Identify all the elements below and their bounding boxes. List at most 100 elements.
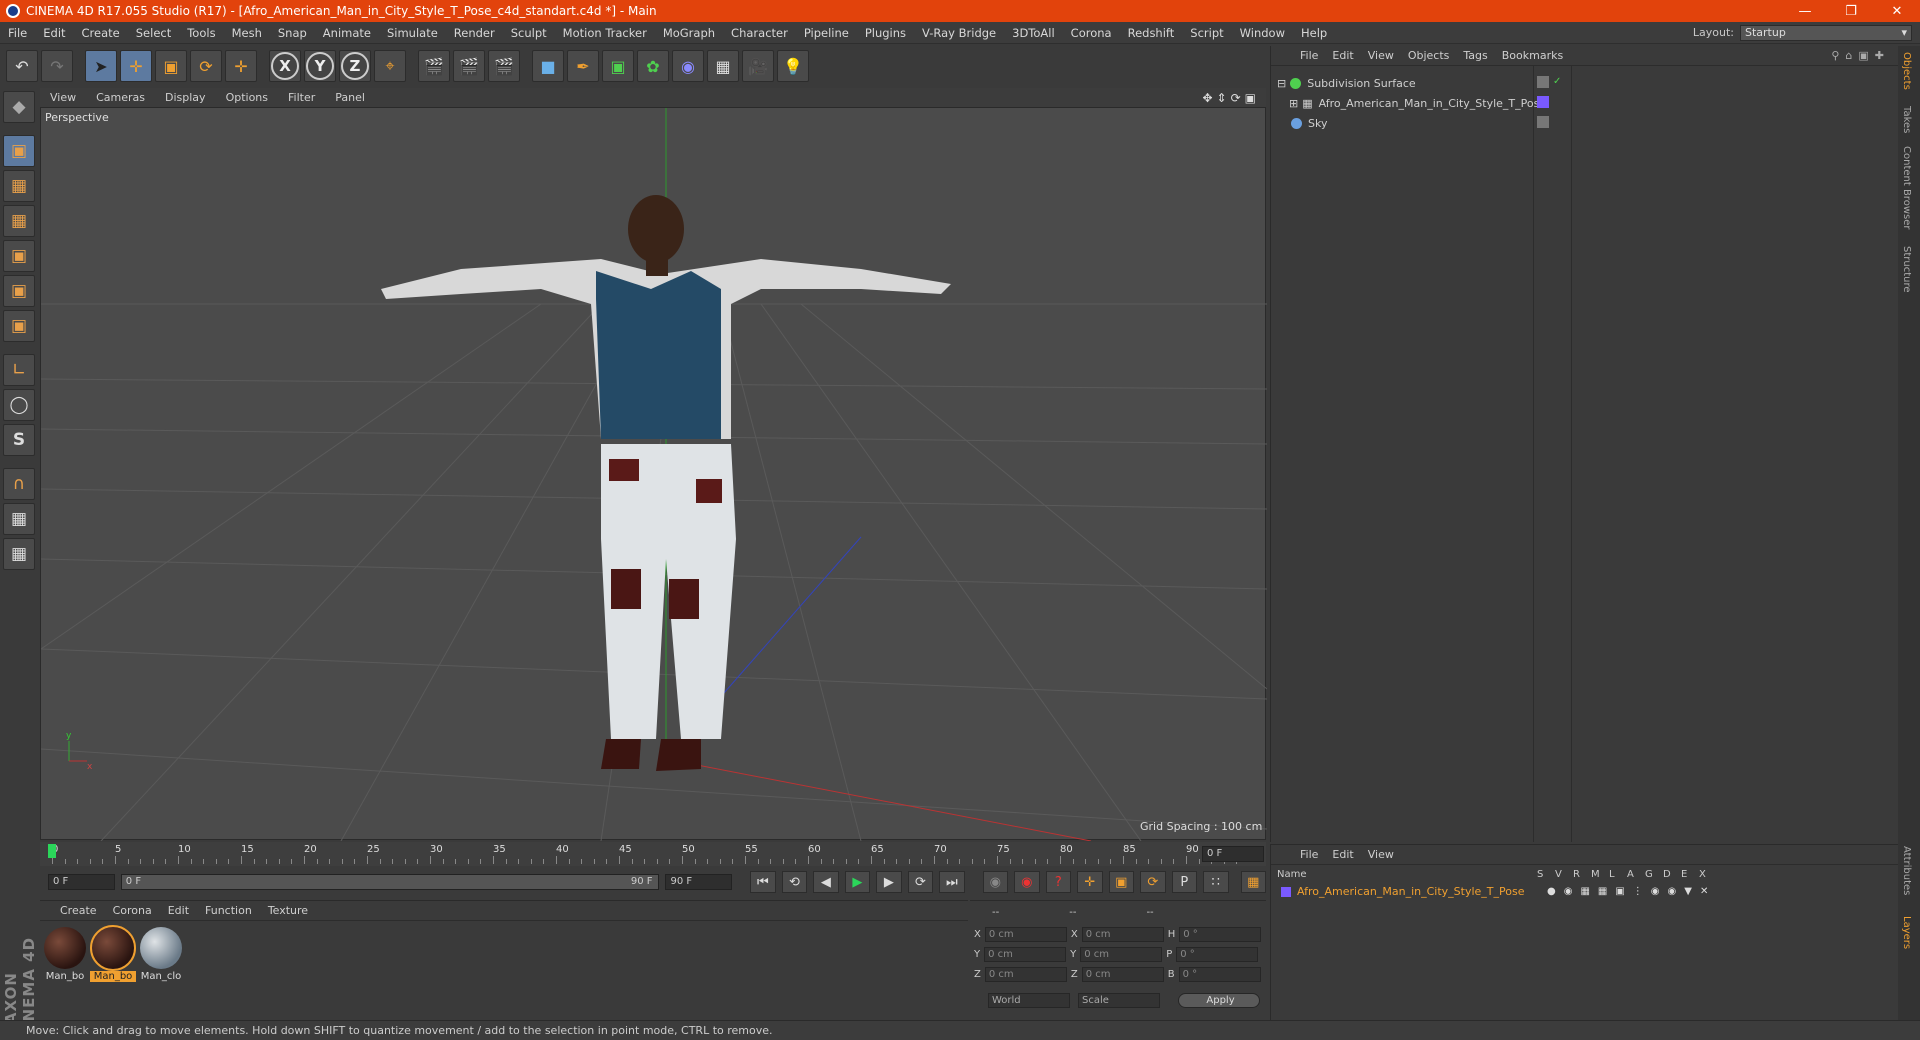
size-z-field[interactable]: 0 cm <box>1081 966 1164 982</box>
render-picture-viewer-button[interactable]: 🎬 <box>453 50 485 82</box>
coordinate-system-button[interactable]: ⌖ <box>374 50 406 82</box>
autokey-button[interactable]: ? <box>1045 871 1072 893</box>
spline-pen-button[interactable]: ✒ <box>567 50 599 82</box>
timeline-window-button[interactable]: ▦ <box>1240 871 1267 893</box>
layer-menu-file[interactable]: File <box>1293 848 1325 861</box>
tab-objects[interactable]: Objects <box>1901 52 1912 90</box>
key-pla-button[interactable]: ∷ <box>1203 871 1229 893</box>
go-to-end-button[interactable]: ⏭ <box>939 871 965 893</box>
floor-button[interactable]: ▦ <box>707 50 739 82</box>
restore-button[interactable]: ❐ <box>1828 4 1874 19</box>
key-rotation-button[interactable]: ⟳ <box>1140 871 1166 893</box>
viewport-nav-icons[interactable]: ✥⇕⟳▣ <box>1202 91 1266 105</box>
play-button[interactable]: ▶ <box>844 871 871 893</box>
polygons-mode-button[interactable]: ▣ <box>3 310 35 342</box>
object-row-character[interactable]: ⊞ ▦ Afro_American_Man_in_City_Style_T_Po… <box>1289 94 1546 112</box>
menu-pipeline[interactable]: Pipeline <box>796 26 857 40</box>
visibility-toggle-icon[interactable] <box>1537 76 1549 88</box>
playhead-marker[interactable] <box>48 844 56 858</box>
object-menu-edit[interactable]: Edit <box>1325 49 1360 62</box>
visibility-toggle-icon[interactable] <box>1537 116 1549 128</box>
menu-animate[interactable]: Animate <box>315 26 379 40</box>
layer-menu-view[interactable]: View <box>1361 848 1401 861</box>
undo-button[interactable]: ↶ <box>6 50 38 82</box>
grid-lock-button[interactable]: ▦ <box>3 503 35 535</box>
scale-tool-button[interactable]: ▣ <box>155 50 187 82</box>
size-y-field[interactable]: 0 cm <box>1080 946 1163 962</box>
snap-button[interactable]: S <box>3 424 35 456</box>
material-menu-corona[interactable]: Corona <box>105 904 160 917</box>
menu-plugins[interactable]: Plugins <box>857 26 914 40</box>
menu-corona[interactable]: Corona <box>1063 26 1120 40</box>
start-frame-field[interactable]: 0 F <box>48 874 115 890</box>
menu-redshift[interactable]: Redshift <box>1120 26 1183 40</box>
tweak-mode-button[interactable]: ◯ <box>3 389 35 421</box>
tab-content-browser[interactable]: Content Browser <box>1901 146 1912 229</box>
material-menu-edit[interactable]: Edit <box>160 904 197 917</box>
layer-flag-icons[interactable]: ●◉▦▦▣⋮◉◉▼✕ <box>1547 886 1716 897</box>
material-swatch-1[interactable] <box>44 927 86 969</box>
viewport-menu-panel[interactable]: Panel <box>325 91 375 104</box>
make-editable-button[interactable]: ◆ <box>3 91 35 123</box>
position-z-field[interactable]: 0 cm <box>984 966 1067 982</box>
material-menu-texture[interactable]: Texture <box>260 904 316 917</box>
menu-create[interactable]: Create <box>74 26 128 40</box>
menu-help[interactable]: Help <box>1293 26 1335 40</box>
menu-simulate[interactable]: Simulate <box>379 26 446 40</box>
menu-3dtoall[interactable]: 3DToAll <box>1004 26 1063 40</box>
object-manager-search-icons[interactable]: ⚲⌂▣✚ <box>1824 49 1898 62</box>
light-button[interactable]: 💡 <box>777 50 809 82</box>
viewport[interactable]: y x <box>40 88 1267 841</box>
viewport-menu-filter[interactable]: Filter <box>278 91 325 104</box>
menu-motion-tracker[interactable]: Motion Tracker <box>555 26 655 40</box>
object-menu-view[interactable]: View <box>1361 49 1401 62</box>
menu-vray-bridge[interactable]: V-Ray Bridge <box>914 26 1004 40</box>
record-active-button[interactable]: ◉ <box>1014 871 1040 893</box>
menu-sculpt[interactable]: Sculpt <box>503 26 555 40</box>
array-button[interactable]: ✿ <box>637 50 669 82</box>
menu-mesh[interactable]: Mesh <box>224 26 270 40</box>
rotate-tool-button[interactable]: ⟳ <box>190 50 222 82</box>
previous-key-button[interactable]: ⟲ <box>781 871 808 893</box>
position-x-field[interactable]: 0 cm <box>984 926 1067 942</box>
edges-mode-button[interactable]: ▣ <box>3 275 35 307</box>
object-row-sky[interactable]: Sky <box>1277 114 1327 132</box>
object-menu-file[interactable]: File <box>1293 49 1325 62</box>
tab-attributes[interactable]: Attributes <box>1901 846 1912 895</box>
rotation-h-field[interactable]: 0 ° <box>1179 926 1262 942</box>
minimize-button[interactable]: — <box>1782 4 1828 19</box>
viewport-menu-options[interactable]: Options <box>216 91 278 104</box>
menu-render[interactable]: Render <box>446 26 503 40</box>
axis-mode-button[interactable]: ∟ <box>3 354 35 386</box>
tab-structure[interactable]: Structure <box>1901 246 1912 293</box>
menu-select[interactable]: Select <box>128 26 179 40</box>
layer-menu-edit[interactable]: Edit <box>1325 848 1360 861</box>
go-to-start-button[interactable]: ⏮ <box>750 871 776 893</box>
object-menu-tags[interactable]: Tags <box>1456 49 1494 62</box>
checkmark-icon[interactable]: ✓ <box>1553 76 1561 87</box>
material-menu-function[interactable]: Function <box>197 904 260 917</box>
object-menu-objects[interactable]: Objects <box>1401 49 1457 62</box>
motion-record-button[interactable]: ◉ <box>982 871 1009 893</box>
cube-primitive-button[interactable]: ■ <box>532 50 564 82</box>
apply-button[interactable]: Apply <box>1178 992 1260 1008</box>
size-mode-select[interactable]: Scale <box>1078 992 1160 1008</box>
timeline-ruler[interactable]: 051015202530354045505560657075808590 0 F <box>40 842 1266 866</box>
transform-tool-button[interactable]: ✛ <box>225 50 257 82</box>
close-button[interactable]: ✕ <box>1874 4 1920 19</box>
frame-range-slider[interactable]: 0 F 90 F <box>120 874 660 890</box>
viewport-menu-display[interactable]: Display <box>155 91 216 104</box>
menu-window[interactable]: Window <box>1232 26 1293 40</box>
material-menu-create[interactable]: Create <box>52 904 105 917</box>
select-tool-button[interactable]: ➤ <box>85 50 117 82</box>
key-parameter-button[interactable]: P <box>1171 871 1198 893</box>
texture-mode-button[interactable]: ▦ <box>3 170 35 202</box>
tab-layers[interactable]: Layers <box>1901 916 1912 949</box>
object-menu-bookmarks[interactable]: Bookmarks <box>1495 49 1570 62</box>
menu-script[interactable]: Script <box>1182 26 1231 40</box>
layer-row[interactable]: Afro_American_Man_in_City_Style_T_Pose ●… <box>1281 885 1716 898</box>
camera-button[interactable]: 🎥 <box>742 50 774 82</box>
model-mode-button[interactable]: ▣ <box>3 135 35 167</box>
x-axis-button[interactable]: X <box>269 50 301 82</box>
object-row-subdivision-surface[interactable]: ⊟ Subdivision Surface <box>1277 74 1416 92</box>
